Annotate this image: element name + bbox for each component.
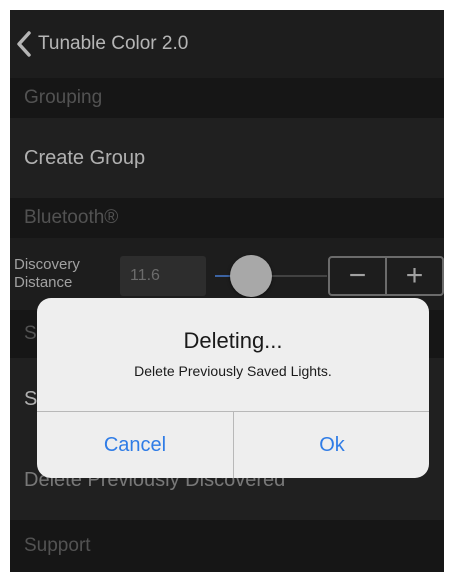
alert-message: Delete Previously Saved Lights. (134, 363, 332, 379)
settings-screen: Tunable Color 2.0 Grouping Create Group … (10, 10, 444, 572)
alert-title: Deleting... (183, 328, 283, 353)
cancel-button[interactable]: Cancel (37, 412, 233, 478)
ok-button[interactable]: Ok (234, 412, 429, 478)
modal-dim-overlay (10, 10, 444, 572)
alert-dialog: Deleting... Delete Previously Saved Ligh… (37, 298, 429, 478)
